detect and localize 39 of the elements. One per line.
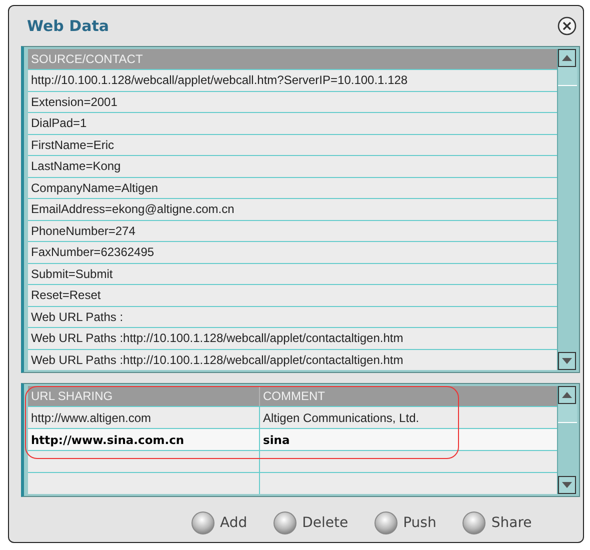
list-item[interactable]: DialPad=1 bbox=[28, 113, 87, 134]
action-button[interactable]: Delete bbox=[273, 511, 348, 535]
round-knob-icon bbox=[462, 511, 486, 535]
list-item[interactable]: Web URL Paths : bbox=[28, 306, 124, 327]
round-knob-icon bbox=[374, 511, 398, 535]
column-header: SOURCE/CONTACT bbox=[30, 51, 143, 68]
list-item[interactable]: http://10.100.1.128/webcall/applet/webcall.htm?ServerIP=10.100.1.128 bbox=[28, 70, 408, 90]
url-row[interactable]: http://www.sina.com.cn sina bbox=[28, 428, 557, 450]
scrollbar[interactable] bbox=[557, 49, 577, 370]
list-item[interactable]: Extension=2001 bbox=[28, 92, 118, 112]
scroll-up-icon[interactable] bbox=[558, 49, 576, 67]
list-item[interactable]: FaxNumber=62362495 bbox=[28, 242, 154, 262]
close-icon[interactable] bbox=[557, 16, 577, 36]
list-item[interactable]: Submit=Submit bbox=[28, 264, 113, 284]
scroll-thumb[interactable] bbox=[558, 404, 577, 423]
round-knob-icon bbox=[191, 511, 215, 535]
action-button[interactable]: Share bbox=[462, 511, 532, 535]
column-header: URL SHARING bbox=[28, 386, 260, 406]
list-item[interactable]: CompanyName=Altigen bbox=[28, 178, 158, 198]
scroll-thumb[interactable] bbox=[558, 67, 577, 86]
list-item[interactable]: FirstName=Eric bbox=[28, 134, 114, 155]
list-item[interactable]: Reset=Reset bbox=[28, 285, 101, 306]
action-button[interactable]: Add bbox=[191, 511, 248, 535]
list-item[interactable]: EmailAddress=ekong@altigne.com.cn bbox=[28, 199, 234, 220]
round-knob-icon bbox=[273, 511, 298, 535]
window-title: Web Data bbox=[27, 17, 110, 35]
action-button[interactable]: Push bbox=[374, 511, 436, 535]
scrollbar[interactable] bbox=[557, 386, 577, 494]
scroll-down-icon[interactable] bbox=[558, 476, 576, 494]
list-item[interactable]: Web URL Paths :http://10.100.1.128/webcall/applet/contactaltigen.htm bbox=[28, 350, 404, 370]
comment-cell-text: sina bbox=[262, 432, 290, 448]
url-cell: http://www.sina.com.cn bbox=[28, 429, 260, 450]
list-item[interactable]: LastName=Kong bbox=[28, 156, 121, 176]
comment-cell-text: Altigen Communications, Ltd. bbox=[262, 410, 420, 426]
list-item[interactable]: PhoneNumber=274 bbox=[28, 220, 136, 241]
column-header: COMMENT bbox=[262, 388, 325, 405]
list-item[interactable]: Web URL Paths :http://10.100.1.128/webcall/applet/contactaltigen.htm bbox=[28, 328, 404, 348]
scroll-down-icon[interactable] bbox=[558, 352, 576, 370]
scroll-up-icon[interactable] bbox=[558, 386, 576, 404]
